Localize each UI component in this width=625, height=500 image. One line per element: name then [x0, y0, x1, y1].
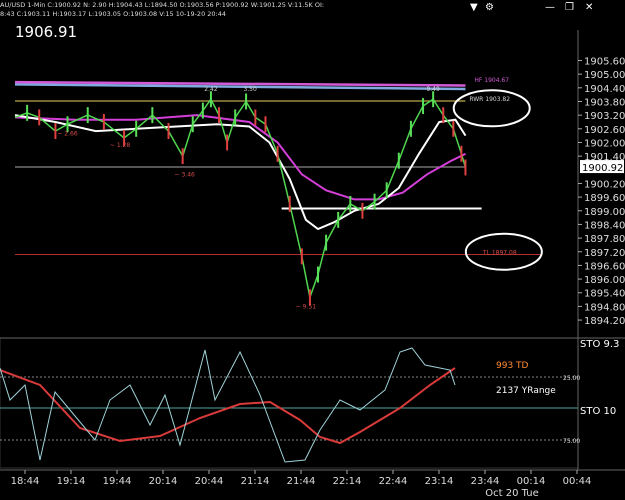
yrange-label: 2137 YRange: [496, 386, 556, 396]
annotation-4: 3.50: [243, 86, 257, 93]
price-tick-label-19: 1894.20: [584, 316, 625, 327]
price-tick-label-1: 1905.00: [584, 70, 625, 81]
minimize-icon[interactable]: —: [545, 2, 555, 13]
chart-window: AU/USD 1-Min C:1900.92 N: 2.90 H:1904.43…: [0, 0, 625, 500]
chevron-down-icon[interactable]: ▼: [470, 2, 478, 13]
price-tick-label-5: 1902.60: [584, 125, 625, 136]
time-label-5: 21:14: [241, 476, 270, 487]
time-label-4: 20:44: [195, 476, 224, 487]
price-tick-label-18: 1894.80: [584, 302, 625, 313]
time-label-1: 19:14: [57, 476, 86, 487]
time-label-0: 18:44: [11, 476, 40, 487]
annotation-5: ~ 9.51: [296, 304, 316, 311]
header-line-1: AU/USD 1-Min C:1900.92 N: 2.90 H:1904.43…: [0, 1, 324, 9]
annotation-1: ~ 1.28: [110, 142, 130, 149]
price-chart[interactable]: AU/USD 1-Min C:1900.92 N: 2.90 H:1904.43…: [0, 0, 625, 500]
sto-mid-label: STO 10: [580, 406, 616, 417]
osc-level-75-label: 75.00: [563, 438, 580, 445]
time-label-2: 19:44: [103, 476, 132, 487]
date-label: Oct 20 Tue: [485, 488, 538, 499]
settings-icon[interactable]: ⚙: [485, 2, 494, 13]
time-label-11: 00:14: [517, 476, 546, 487]
header-line-2: 8:43 C:1903.11 H:1903.17 L:1903.05 O:190…: [0, 10, 226, 18]
sto-top-label: STO 9.3: [580, 339, 619, 350]
annotation-2: ~ 3.46: [175, 172, 195, 179]
oscillator-frame: [0, 337, 579, 469]
price-tick-label-11: 1899.00: [584, 207, 625, 218]
annotation-7: RWR 1903.82: [469, 96, 510, 103]
time-label-10: 23:44: [471, 476, 500, 487]
annotation-0: ~ 2.66: [57, 131, 77, 138]
time-label-3: 20:14: [149, 476, 178, 487]
price-tick-label-0: 1905.60: [584, 56, 625, 67]
osc-level-25-label: 25.00: [563, 375, 580, 382]
td-label: 993 TD: [496, 361, 529, 371]
price-tick-label-4: 1903.20: [584, 111, 625, 122]
price-tick-label-9: 1900.20: [584, 179, 625, 190]
time-label-9: 23:14: [425, 476, 454, 487]
close-icon[interactable]: ✕: [585, 2, 593, 13]
annotation-8: HF 1904.67: [474, 77, 509, 84]
price-tick-label-3: 1903.80: [584, 97, 625, 108]
price-tick-label-13: 1897.80: [584, 234, 625, 245]
price-tick-label-17: 1895.40: [584, 289, 625, 300]
time-label-6: 21:44: [287, 476, 316, 487]
annotation-6: 9.49: [426, 86, 440, 93]
price-tick-label-10: 1899.60: [584, 193, 625, 204]
price-readout: 1906.91: [15, 23, 77, 41]
price-tick-label-15: 1896.60: [584, 261, 625, 272]
price-tick-label-16: 1896.00: [584, 275, 625, 286]
time-label-7: 22:14: [333, 476, 362, 487]
current-price-label: 1900.92: [582, 163, 623, 174]
price-tick-label-6: 1902.00: [584, 138, 625, 149]
price-tick-label-14: 1897.20: [584, 248, 625, 259]
price-tick-label-2: 1904.40: [584, 84, 625, 95]
time-label-8: 22:44: [379, 476, 408, 487]
time-label-12: 00:44: [563, 476, 592, 487]
annotation-3: 2.42: [204, 86, 218, 93]
price-tick-label-12: 1898.40: [584, 220, 625, 231]
annotation-9: TL 1897.08: [482, 249, 517, 256]
restore-icon[interactable]: ❐: [565, 2, 574, 13]
